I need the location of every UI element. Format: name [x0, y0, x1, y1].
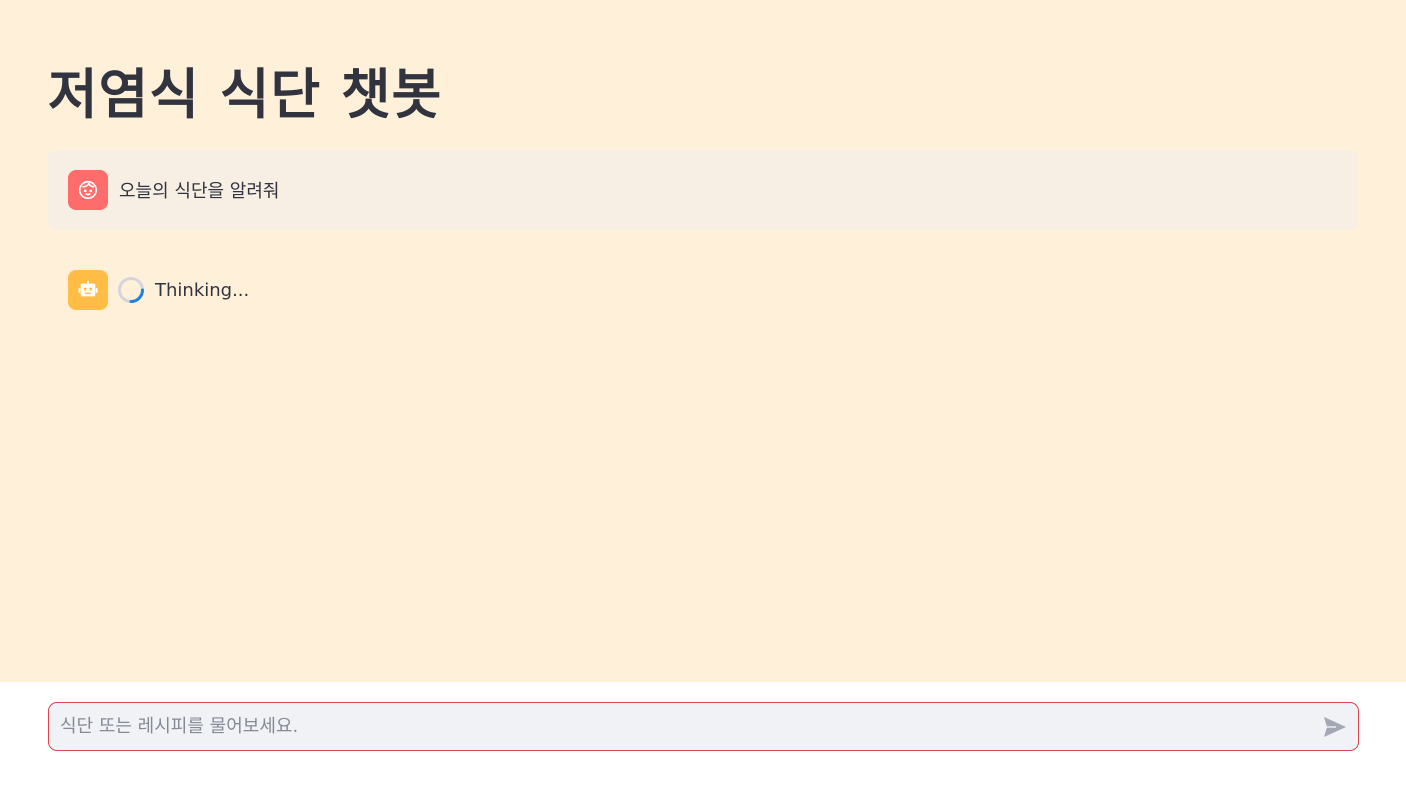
chat-input[interactable] — [49, 703, 1312, 750]
loading-spinner-icon — [118, 277, 144, 303]
send-button[interactable] — [1312, 703, 1358, 750]
main-area: 저염식 식단 챗봇 오늘의 식단을 알려줘 Thinking... — [0, 0, 1406, 682]
user-message-text: 오늘의 식단을 알려줘 — [119, 181, 280, 202]
page-title: 저염식 식단 챗봇 — [48, 63, 443, 126]
chat-message-user: 오늘의 식단을 알려줘 — [48, 150, 1358, 230]
user-face-icon — [68, 170, 108, 210]
chat-input-bar — [48, 702, 1359, 751]
chat-message-assistant: Thinking... — [48, 250, 1358, 330]
thinking-status-text: Thinking... — [155, 279, 250, 301]
send-icon — [1324, 716, 1346, 737]
robot-icon — [68, 270, 108, 310]
